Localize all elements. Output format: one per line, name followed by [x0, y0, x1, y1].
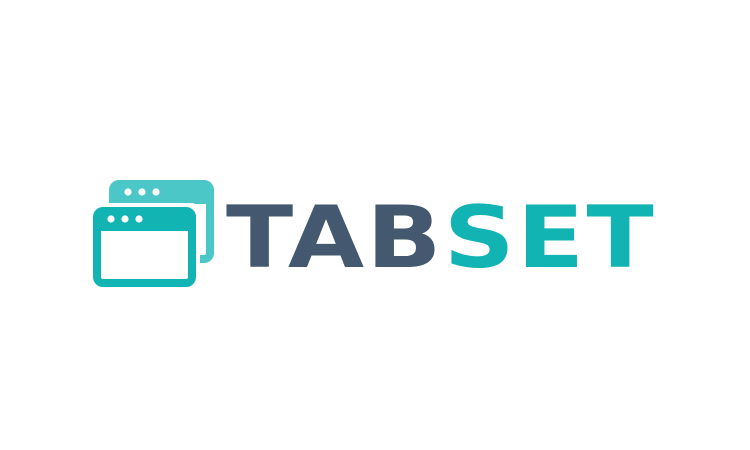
- logo-word-tab: TAB: [226, 188, 444, 288]
- logo-word-set: SET: [444, 188, 656, 288]
- logo-wordmark: TAB SET: [226, 188, 656, 288]
- tabset-logo: TAB SET: [88, 180, 656, 291]
- browser-windows-icon: [88, 180, 214, 291]
